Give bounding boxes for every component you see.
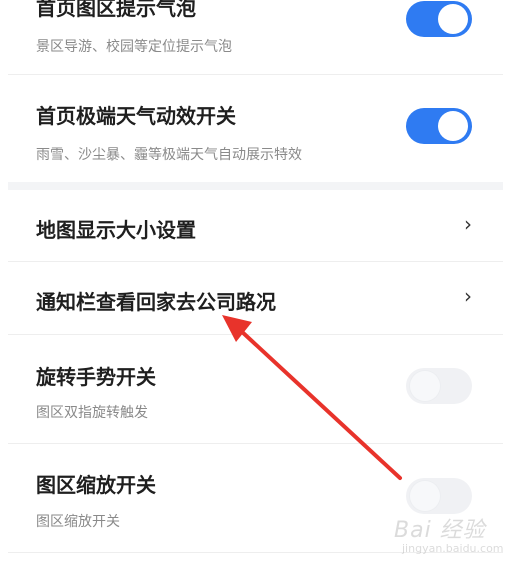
- toggle-knob: [438, 111, 468, 141]
- toggle-knob: [410, 481, 440, 511]
- setting-title: 旋转手势开关: [36, 365, 156, 389]
- toggle-knob: [410, 371, 440, 401]
- setting-subtitle: 图区双指旋转触发: [36, 405, 148, 421]
- setting-row-map-size[interactable]: 地图显示大小设置 ›: [8, 190, 503, 261]
- setting-row-rotate-gesture: 旋转手势开关 图区双指旋转触发: [8, 335, 503, 443]
- setting-title: 首页极端天气动效开关: [36, 104, 236, 128]
- setting-title: 地图显示大小设置: [36, 218, 196, 242]
- section-gap: [8, 182, 503, 190]
- setting-row-home-bubble: 首页图区提示气泡 景区导游、校园等定位提示气泡: [8, 0, 503, 74]
- zoom-toggle[interactable]: [406, 478, 472, 514]
- toggle-knob: [438, 4, 468, 34]
- divider: [8, 552, 503, 553]
- setting-row-extreme-weather: 首页极端天气动效开关 雨雪、沙尘暴、霾等极端天气自动展示特效: [8, 75, 503, 182]
- setting-title: 首页图区提示气泡: [36, 0, 196, 20]
- rotate-gesture-toggle[interactable]: [406, 368, 472, 404]
- home-bubble-toggle[interactable]: [406, 1, 472, 37]
- chevron-right-icon: ›: [464, 212, 472, 236]
- setting-title: 图区缩放开关: [36, 473, 156, 497]
- extreme-weather-toggle[interactable]: [406, 108, 472, 144]
- setting-subtitle: 雨雪、沙尘暴、霾等极端天气自动展示特效: [36, 147, 302, 163]
- setting-row-notification-traffic[interactable]: 通知栏查看回家去公司路况 ›: [8, 262, 503, 334]
- setting-subtitle: 景区导游、校园等定位提示气泡: [36, 39, 232, 55]
- setting-subtitle: 图区缩放开关: [36, 514, 120, 530]
- setting-row-zoom: 图区缩放开关 图区缩放开关: [8, 444, 503, 552]
- setting-title: 通知栏查看回家去公司路况: [36, 290, 276, 314]
- chevron-right-icon: ›: [464, 284, 472, 308]
